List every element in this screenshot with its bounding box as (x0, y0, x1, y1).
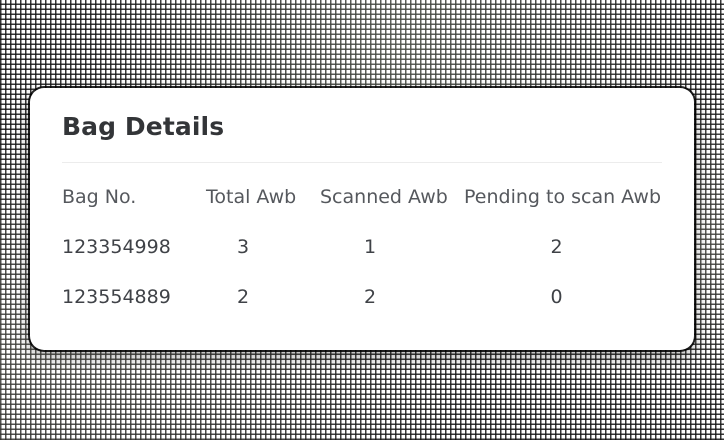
cell-pending-awb: 0 (550, 286, 563, 308)
cell-total-awb: 2 (236, 286, 250, 308)
cell-bag-no: 123354998 (62, 236, 171, 258)
bag-details-card: Bag Details Bag No. Total Awb Scanned Aw… (30, 88, 694, 350)
cell-total-awb: 3 (236, 236, 250, 258)
column-header-pending-awb: Pending to scan Awb (464, 186, 662, 208)
table-row: 123554889 2 2 0 (30, 272, 694, 322)
cell-pending-awb: 2 (550, 236, 563, 258)
card-title: Bag Details (62, 112, 225, 141)
table-row: 123354998 3 1 2 (30, 222, 694, 272)
title-divider (62, 162, 662, 163)
column-header-total-awb: Total Awb (206, 186, 297, 208)
table-header-row: Bag No. Total Awb Scanned Awb Pending to… (30, 172, 694, 222)
cell-bag-no: 123554889 (62, 286, 171, 308)
bag-details-table: Bag No. Total Awb Scanned Awb Pending to… (30, 172, 694, 322)
cell-scanned-awb: 2 (363, 286, 377, 308)
cell-scanned-awb: 1 (363, 236, 377, 258)
column-header-bag-no: Bag No. (62, 186, 137, 208)
column-header-scanned-awb: Scanned Awb (320, 186, 448, 208)
